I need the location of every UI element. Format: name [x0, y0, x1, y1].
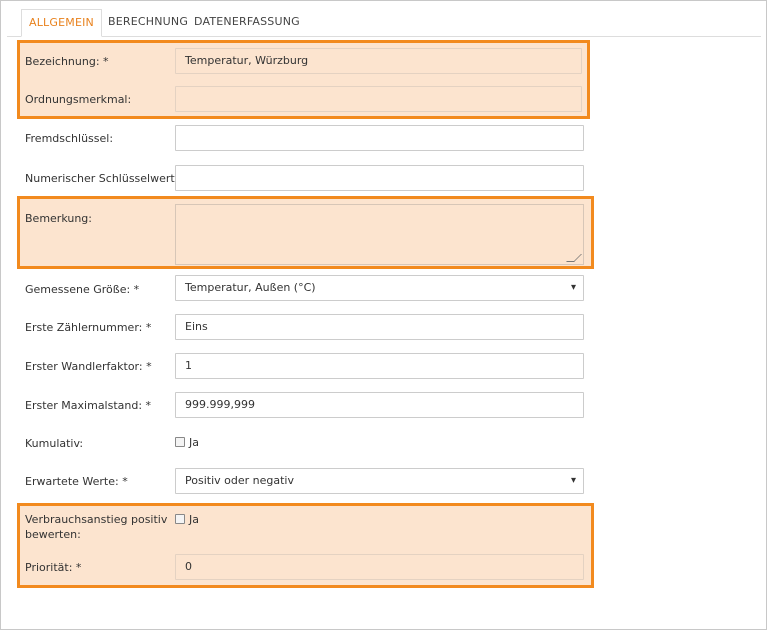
kumulativ-option-label: Ja [189, 436, 199, 449]
erster-maximalstand-field[interactable]: 999.999,999 [175, 392, 584, 418]
prioritaet-label: Priorität: * [25, 561, 82, 574]
erwartete-werte-select[interactable]: Positiv oder negativ [175, 468, 584, 494]
erster-wandlerfaktor-field[interactable]: 1 [175, 353, 584, 379]
erwartete-werte-value: Positiv oder negativ [185, 474, 294, 487]
verbrauchsanstieg-label-line2: bewerten: [25, 528, 81, 541]
verbrauchsanstieg-label: Verbrauchsanstieg positiv bewerten: [25, 512, 167, 542]
erste-zaehlernummer-label: Erste Zählernummer: * [25, 321, 152, 334]
erster-maximalstand-label: Erster Maximalstand: * [25, 399, 152, 412]
numerischer-schluesselwert-field[interactable] [175, 165, 584, 191]
resize-grip-icon[interactable] [566, 254, 582, 262]
gemessene-groesse-label: Gemessene Größe: * [25, 283, 140, 296]
tab-berechnung[interactable]: BERECHNUNG [101, 9, 195, 35]
tab-bar: ALLGEMEIN BERECHNUNG DATENERFASSUNG [7, 9, 761, 37]
tab-allgemein[interactable]: ALLGEMEIN [21, 9, 102, 37]
erster-wandlerfaktor-label: Erster Wandlerfaktor: * [25, 360, 152, 373]
bemerkung-textarea[interactable] [175, 204, 584, 265]
prioritaet-field[interactable]: 0 [175, 554, 584, 580]
erwartete-werte-label: Erwartete Werte: * [25, 475, 128, 488]
bezeichnung-label: Bezeichnung: * [25, 55, 109, 68]
fremdschluessel-field[interactable] [175, 125, 584, 151]
ordnungsmerkmal-field[interactable] [175, 86, 582, 112]
kumulativ-label: Kumulativ: [25, 437, 84, 450]
gemessene-groesse-select[interactable]: Temperatur, Außen (°C) [175, 275, 584, 301]
bemerkung-label: Bemerkung: [25, 212, 92, 225]
fremdschluessel-label: Fremdschlüssel: [25, 132, 114, 145]
form-panel: ALLGEMEIN BERECHNUNG DATENERFASSUNG Beze… [0, 0, 767, 630]
bezeichnung-field[interactable]: Temperatur, Würzburg [175, 48, 582, 74]
gemessene-groesse-value: Temperatur, Außen (°C) [185, 281, 316, 294]
erste-zaehlernummer-field[interactable]: Eins [175, 314, 584, 340]
kumulativ-checkbox[interactable] [175, 437, 185, 447]
kumulativ-option[interactable]: Ja [175, 436, 199, 449]
verbrauchsanstieg-option-label: Ja [189, 513, 199, 526]
tab-datenerfassung[interactable]: DATENERFASSUNG [187, 9, 307, 35]
numerischer-schluesselwert-label: Numerischer Schlüsselwert: [25, 172, 179, 185]
verbrauchsanstieg-option[interactable]: Ja [175, 513, 199, 526]
verbrauchsanstieg-label-line1: Verbrauchsanstieg positiv [25, 513, 168, 526]
ordnungsmerkmal-label: Ordnungsmerkmal: [25, 93, 132, 106]
verbrauchsanstieg-checkbox[interactable] [175, 514, 185, 524]
